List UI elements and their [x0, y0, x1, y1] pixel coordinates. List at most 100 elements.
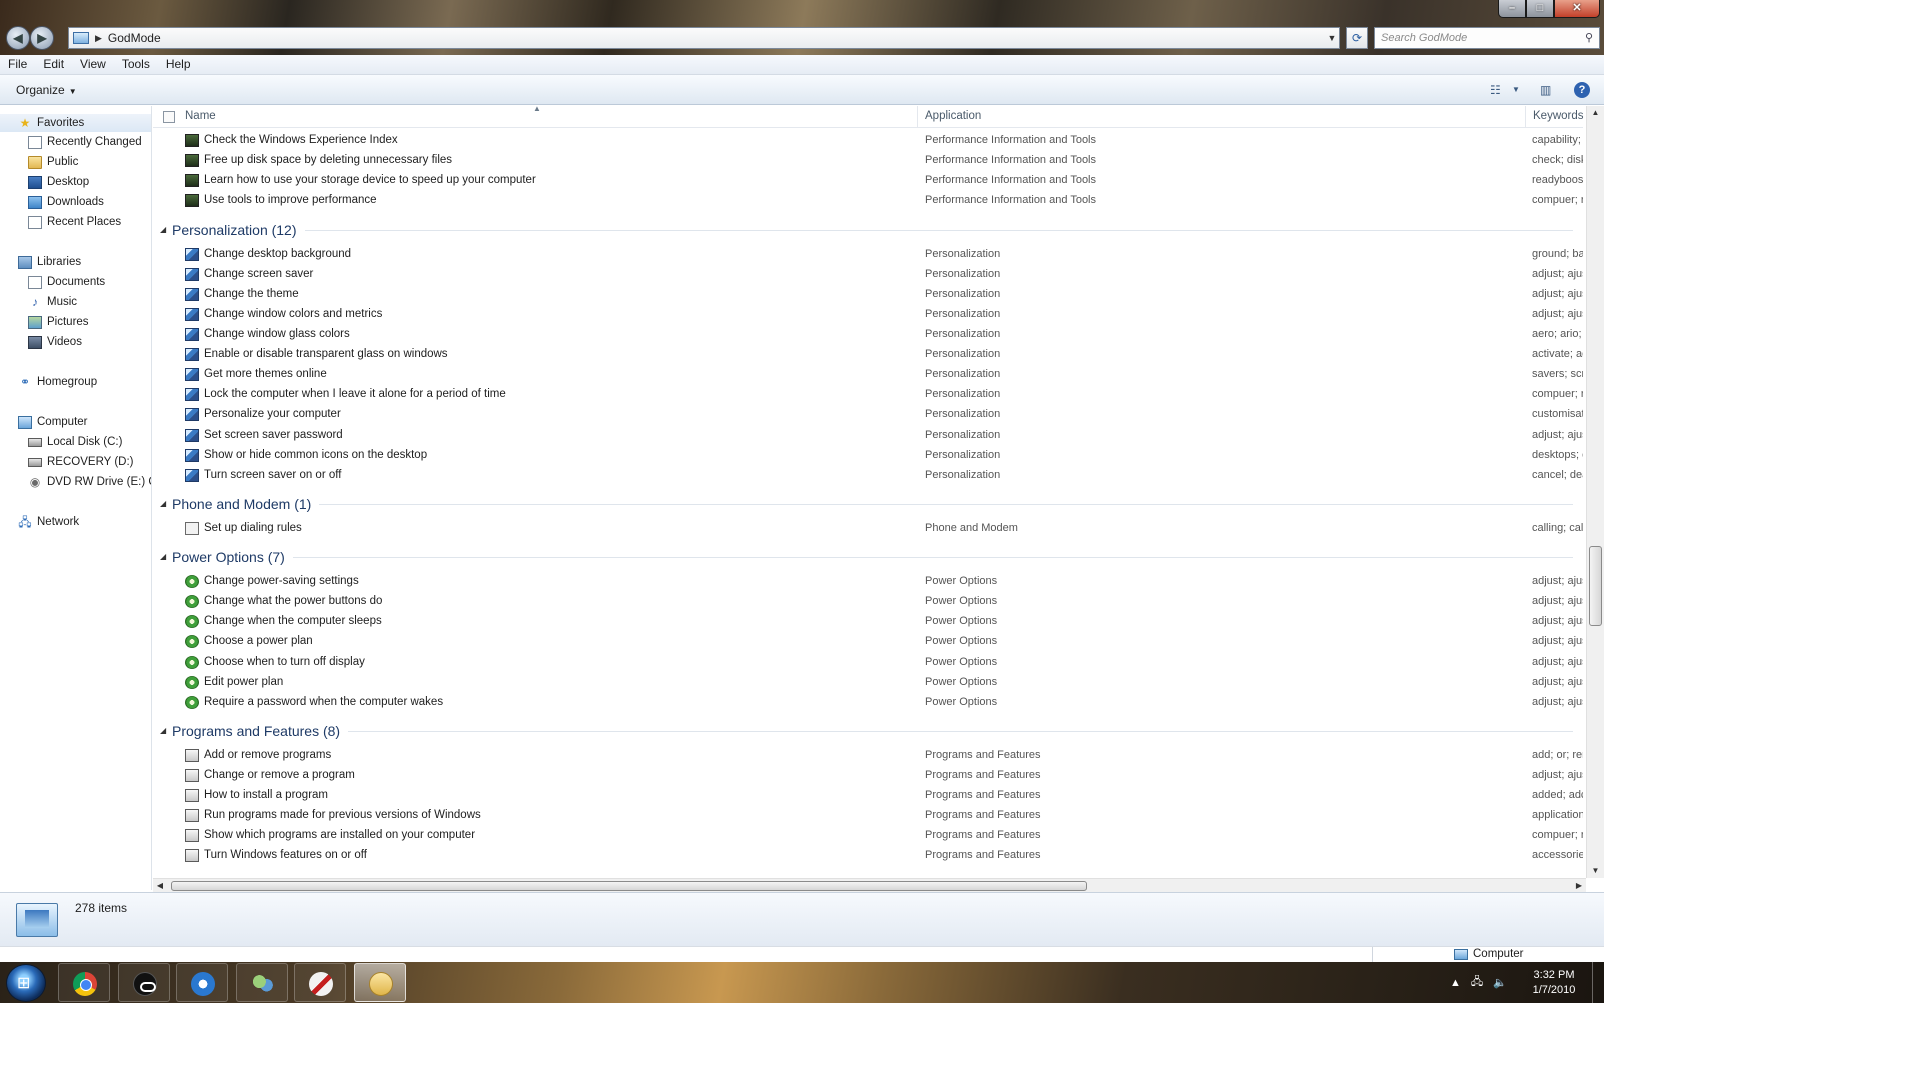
menu-file[interactable]: File — [0, 55, 35, 74]
list-item[interactable]: How to install a program Programs and Fea… — [153, 786, 1583, 806]
column-application[interactable]: Application — [925, 110, 981, 122]
nav-libraries[interactable]: Libraries — [0, 253, 151, 271]
list-item[interactable]: Show which programs are installed on you… — [153, 826, 1583, 846]
forward-button[interactable]: ▶ — [30, 26, 54, 50]
help-icon[interactable]: ? — [1574, 82, 1590, 98]
list-item[interactable]: Change window colors and metrics Personal… — [153, 305, 1583, 325]
horizontal-scrollbar[interactable]: ◀ ▶ — [153, 878, 1586, 892]
search-input[interactable]: Search GodMode ⚲ — [1374, 27, 1600, 49]
list-item[interactable]: Change what the power buttons do Power Op… — [153, 592, 1583, 612]
search-icon[interactable]: ⚲ — [1585, 28, 1593, 48]
nav-network[interactable]: 🖧 Network — [0, 513, 151, 531]
taskbar-chrome[interactable] — [58, 963, 110, 1002]
network-icon[interactable]: 🖧 — [1471, 973, 1483, 992]
nav-homegroup[interactable]: ⚭ Homegroup — [0, 373, 151, 391]
list-item[interactable]: Change when the computer sleeps Power Opt… — [153, 612, 1583, 632]
preview-pane-icon[interactable]: ▥ — [1540, 83, 1551, 97]
scroll-right-icon[interactable]: ▶ — [1572, 879, 1586, 893]
menu-tools[interactable]: Tools — [114, 55, 158, 74]
breadcrumb-godmode[interactable]: GodMode — [108, 31, 161, 45]
list-item[interactable]: Check the Windows Experience Index Perfor… — [153, 131, 1583, 151]
maximize-button[interactable]: □ — [1526, 0, 1554, 18]
nav-recent-places[interactable]: Recent Places — [0, 213, 151, 231]
group-header[interactable]: ◢ Phone and Modem (1) — [153, 494, 1583, 514]
show-hidden-icons-icon[interactable]: ▲ — [1450, 977, 1461, 989]
clock[interactable]: 3:32 PM 1/7/2010 — [1524, 968, 1584, 998]
list-item[interactable]: Personalize your computer Personalization… — [153, 405, 1583, 425]
list-item[interactable]: Require a password when the computer wak… — [153, 693, 1583, 713]
nav-videos[interactable]: Videos — [0, 333, 151, 351]
breadcrumb-chevron-icon[interactable]: ▶ — [95, 33, 102, 44]
nav-downloads[interactable]: Downloads — [0, 193, 151, 211]
group-header[interactable]: ◢ Personalization (12) — [153, 220, 1583, 240]
list-item[interactable]: Change the theme Personalization adjust; a… — [153, 285, 1583, 305]
show-desktop-button[interactable] — [1592, 962, 1604, 1003]
nav-pictures[interactable]: Pictures — [0, 313, 151, 331]
nav-public[interactable]: Public — [0, 153, 151, 171]
close-button[interactable]: ✕ — [1554, 0, 1600, 18]
scroll-thumb[interactable] — [171, 881, 1087, 891]
nav-music[interactable]: ♪ Music — [0, 293, 151, 311]
list-item[interactable]: Change screen saver Personalization adjust… — [153, 265, 1583, 285]
list-item[interactable]: Enable or disable transparent glass on w… — [153, 345, 1583, 365]
menu-help[interactable]: Help — [158, 55, 199, 74]
list-item[interactable]: Set screen saver password Personalization… — [153, 426, 1583, 446]
list-item[interactable]: Turn Windows features on or off Programs … — [153, 846, 1583, 866]
menu-edit[interactable]: Edit — [35, 55, 72, 74]
taskbar-explorer[interactable] — [354, 963, 406, 1002]
group-header[interactable]: ◢ Power Options (7) — [153, 547, 1583, 567]
list-item[interactable]: Turn screen saver on or off Personalizati… — [153, 466, 1583, 486]
list-item[interactable]: Set up dialing rules Phone and Modem calli… — [153, 519, 1583, 539]
nav-documents[interactable]: Documents — [0, 273, 151, 291]
list-item[interactable]: Change window glass colors Personalizatio… — [153, 325, 1583, 345]
taskbar-steam[interactable] — [118, 963, 170, 1002]
scroll-left-icon[interactable]: ◀ — [153, 879, 167, 893]
list-item[interactable]: Change power-saving settings Power Option… — [153, 572, 1583, 592]
address-dropdown-icon[interactable]: ▼ — [1325, 33, 1339, 43]
vertical-scrollbar[interactable]: ▲ ▼ — [1586, 106, 1604, 878]
address-bar[interactable]: ▶ GodMode ▼ — [68, 27, 1340, 49]
list-item[interactable]: Edit power plan Power Options adjust; ajus — [153, 673, 1583, 693]
list-item[interactable]: Free up disk space by deleting unnecessa… — [153, 151, 1583, 171]
refresh-button[interactable]: ⟳ — [1346, 27, 1368, 49]
taskbar-media-player[interactable] — [176, 963, 228, 1002]
list-item[interactable]: Lock the computer when I leave it alone … — [153, 385, 1583, 405]
list-item[interactable]: Get more themes online Personalization sav… — [153, 365, 1583, 385]
list-item[interactable]: Add or remove programs Programs and Featu… — [153, 746, 1583, 766]
collapse-triangle-icon[interactable]: ◢ — [160, 726, 166, 735]
select-all-checkbox[interactable] — [163, 111, 175, 123]
taskbar-kaspersky[interactable] — [294, 963, 346, 1002]
column-divider[interactable] — [917, 106, 918, 128]
collapse-triangle-icon[interactable]: ◢ — [160, 225, 166, 234]
collapse-triangle-icon[interactable]: ◢ — [160, 499, 166, 508]
scroll-up-icon[interactable]: ▲ — [1587, 106, 1604, 120]
collapse-triangle-icon[interactable]: ◢ — [160, 552, 166, 561]
list-item[interactable]: Change desktop background Personalization… — [153, 245, 1583, 265]
group-header[interactable]: ◢ Programs and Features (8) — [153, 721, 1583, 741]
taskbar-messenger[interactable] — [236, 963, 288, 1002]
minimize-button[interactable]: – — [1498, 0, 1526, 18]
organize-button[interactable]: Organize ▼ — [16, 83, 77, 97]
menu-view[interactable]: View — [72, 55, 114, 74]
column-keywords[interactable]: Keywords — [1533, 110, 1584, 122]
nav-computer[interactable]: Computer — [0, 413, 151, 431]
list-item[interactable]: Show or hide common icons on the desktop… — [153, 446, 1583, 466]
nav-recovery[interactable]: RECOVERY (D:) — [0, 453, 151, 471]
list-item[interactable]: Change or remove a program Programs and F… — [153, 766, 1583, 786]
list-item[interactable]: Learn how to use your storage device to … — [153, 171, 1583, 191]
nav-favorites[interactable]: ★ Favorites — [0, 114, 151, 132]
column-name[interactable]: Name — [185, 110, 216, 122]
back-button[interactable]: ◀ — [6, 26, 30, 50]
start-button[interactable]: ⊞ — [6, 964, 46, 1002]
list-item[interactable]: Choose when to turn off display Power Opt… — [153, 653, 1583, 673]
list-item[interactable]: Choose a power plan Power Options adjust; … — [153, 632, 1583, 652]
scroll-down-icon[interactable]: ▼ — [1587, 864, 1604, 878]
nav-desktop[interactable]: Desktop — [0, 173, 151, 191]
list-item[interactable]: Run programs made for previous versions … — [153, 806, 1583, 826]
view-dropdown-icon[interactable]: ▼ — [1512, 83, 1520, 97]
view-options-icon[interactable]: ☷ — [1490, 83, 1501, 97]
nav-local-disk[interactable]: Local Disk (C:) — [0, 433, 151, 451]
volume-icon[interactable]: 🔈 — [1493, 976, 1507, 989]
scroll-thumb[interactable] — [1589, 546, 1602, 626]
list-item[interactable]: Use tools to improve performance Performa… — [153, 191, 1583, 211]
